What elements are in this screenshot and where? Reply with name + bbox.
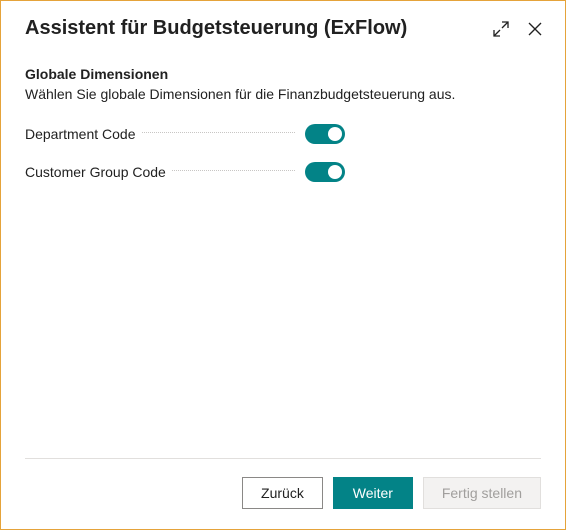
field-label: Department Code	[25, 126, 136, 142]
dialog-content: Globale Dimensionen Wählen Sie globale D…	[1, 48, 565, 458]
header-controls	[491, 19, 545, 39]
dialog-title: Assistent für Budgetsteuerung (ExFlow)	[25, 17, 491, 40]
field-label: Customer Group Code	[25, 164, 166, 180]
expand-icon[interactable]	[491, 19, 511, 39]
section-description: Wählen Sie globale Dimensionen für die F…	[25, 86, 541, 102]
toggle-customer-group-code[interactable]	[305, 162, 345, 182]
toggle-knob	[328, 127, 342, 141]
back-button[interactable]: Zurück	[242, 477, 323, 509]
dialog-header: Assistent für Budgetsteuerung (ExFlow)	[1, 1, 565, 48]
budget-control-wizard-dialog: Assistent für Budgetsteuerung (ExFlow) G…	[0, 0, 566, 530]
leader-dots	[172, 170, 295, 171]
finish-button: Fertig stellen	[423, 477, 541, 509]
next-button[interactable]: Weiter	[333, 477, 413, 509]
field-row-department-code: Department Code	[25, 124, 345, 144]
toggle-knob	[328, 165, 342, 179]
section-title: Globale Dimensionen	[25, 66, 541, 82]
dialog-footer: Zurück Weiter Fertig stellen	[1, 459, 565, 529]
leader-dots	[142, 132, 295, 133]
toggle-department-code[interactable]	[305, 124, 345, 144]
close-icon[interactable]	[525, 19, 545, 39]
field-row-customer-group-code: Customer Group Code	[25, 162, 345, 182]
